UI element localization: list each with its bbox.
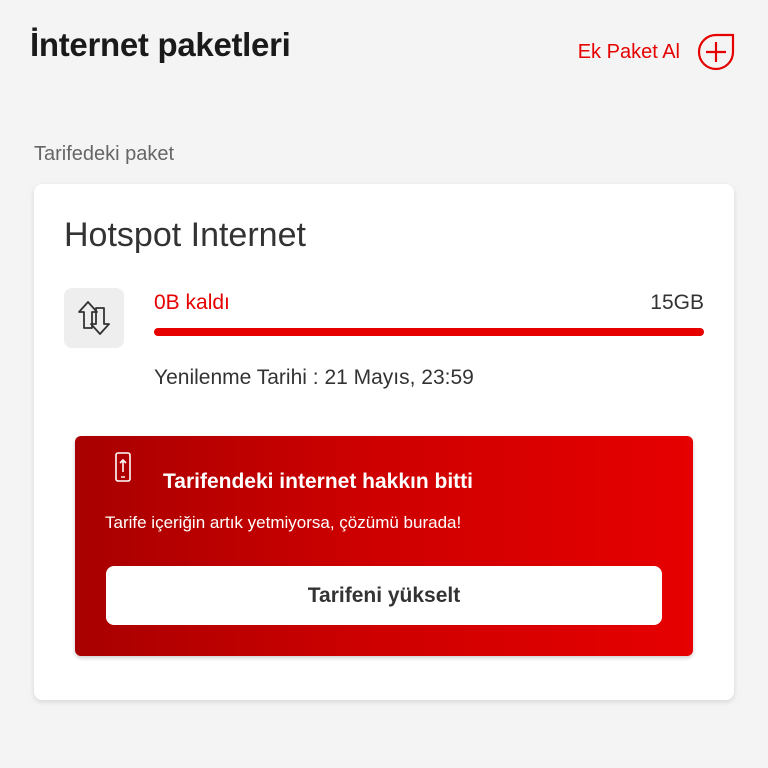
phone-upload-icon (115, 452, 131, 482)
renewal-date: Yenilenme Tarihi : 21 Mayıs, 23:59 (154, 366, 474, 389)
section-label: Tarifedeki paket (34, 143, 175, 165)
page-title: İnternet paketleri (30, 26, 291, 63)
data-transfer-arrows-icon (78, 301, 110, 335)
usage-progress-bar (154, 328, 704, 336)
remaining-data: 0B kaldı (154, 291, 230, 314)
alert-text: Tarife içeriğin artık yetmiyorsa, çözümü… (105, 513, 462, 532)
package-card: Hotspot Internet 0B kaldı 15GB Yenilenme… (34, 184, 734, 700)
page-header: İnternet paketleri Ek Paket Al (0, 0, 768, 100)
quota-exhausted-alert: Tarifendeki internet hakkın bitti Tarife… (75, 436, 693, 656)
add-package-label: Ek Paket Al (577, 40, 680, 63)
usage-icon-box (64, 288, 124, 348)
upgrade-tariff-button[interactable]: Tarifeni yükselt (106, 566, 662, 625)
plus-circle-icon (697, 33, 735, 71)
add-package-button[interactable]: Ek Paket Al (578, 32, 736, 72)
usage-progress-fill (154, 328, 704, 336)
alert-title: Tarifendeki internet hakkın bitti (163, 470, 473, 493)
total-data: 15GB (650, 291, 704, 314)
package-name: Hotspot Internet (64, 216, 306, 254)
